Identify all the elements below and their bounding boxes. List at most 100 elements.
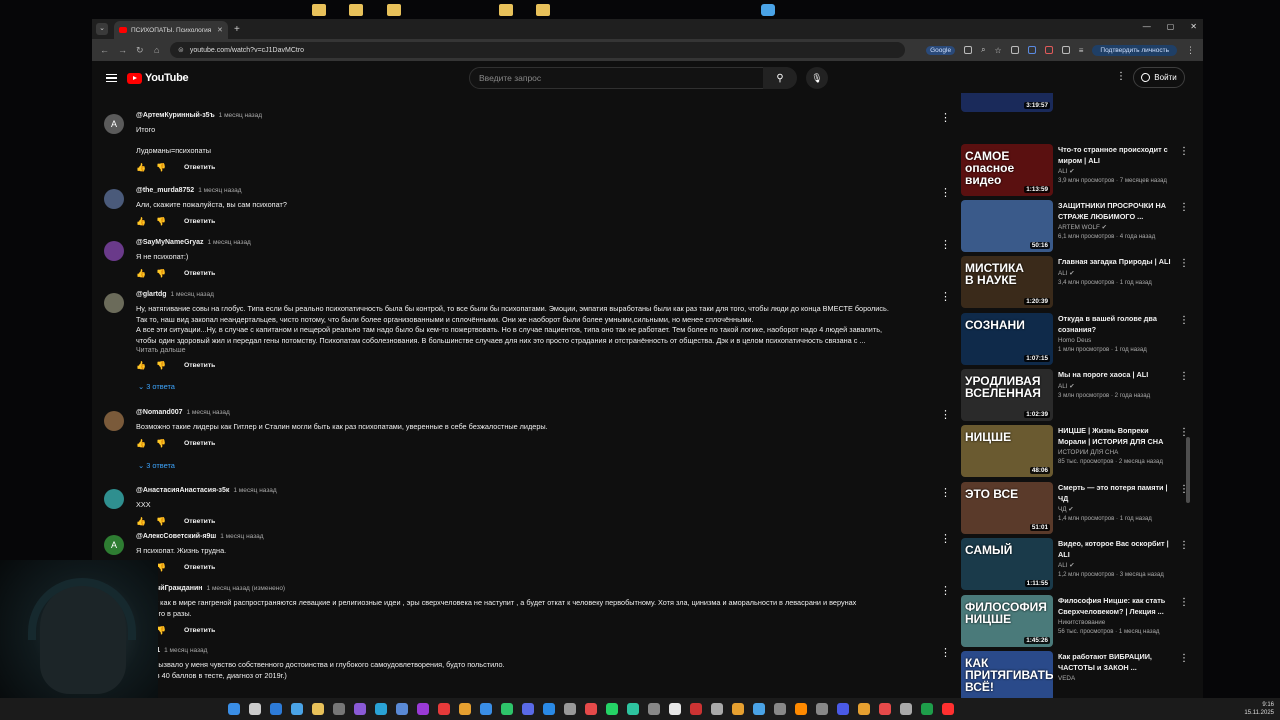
- back-icon[interactable]: ←: [100, 45, 110, 55]
- taskbar-app-icon[interactable]: [627, 703, 639, 715]
- folder-icon[interactable]: [536, 4, 550, 16]
- site-info-icon[interactable]: ⊜: [178, 46, 184, 54]
- taskbar-app-icon[interactable]: [774, 703, 786, 715]
- video-thumbnail[interactable]: 50:16: [961, 200, 1053, 252]
- related-video[interactable]: САМОЕ опасное видео 1:13:59 Что-то странно…: [961, 144, 1191, 198]
- related-video[interactable]: 50:16 ЗАЩИТНИКИ ПРОСРОЧКИ НА СТРАЖЕ ЛЮБИМ…: [961, 200, 1191, 254]
- taskbar-app-icon[interactable]: [942, 703, 954, 715]
- video-thumbnail[interactable]: ЭТО ВСЕ 51:01: [961, 482, 1053, 534]
- cast-icon[interactable]: [964, 46, 973, 54]
- comment-menu-icon[interactable]: ⋮: [940, 240, 951, 251]
- video-thumbnail[interactable]: УРОДЛИВАЯ ВСЕЛЕННАЯ 1:02:39: [961, 369, 1053, 421]
- taskbar-app-icon[interactable]: [375, 703, 387, 715]
- video-thumbnail[interactable]: САМОЕ опасное видео 1:13:59: [961, 144, 1053, 196]
- video-title[interactable]: ЗАЩИТНИКИ ПРОСРОЧКИ НА СТРАЖЕ ЛЮБИМОГО .…: [1058, 201, 1176, 222]
- bookmark-star-icon[interactable]: ☆: [995, 46, 1002, 55]
- taskbar-app-icon[interactable]: [417, 703, 429, 715]
- zoom-icon[interactable]: ⌕: [981, 45, 985, 55]
- channel-name[interactable]: ALI ✔: [1058, 383, 1176, 390]
- folder-icon[interactable]: [312, 4, 326, 16]
- comment-time[interactable]: 1 месяц назад: [220, 533, 263, 540]
- avatar[interactable]: [104, 411, 124, 431]
- reply-button[interactable]: Ответить: [184, 564, 215, 571]
- taskbar-app-icon[interactable]: [459, 703, 471, 715]
- video-menu-icon[interactable]: ⋮: [1179, 258, 1189, 269]
- tab-youtube[interactable]: ПСИХОПАТЫ. Психология уз... ✕: [114, 21, 228, 39]
- like-icon[interactable]: 👍: [136, 439, 146, 448]
- video-title[interactable]: Философия Ницше: как стать Сверхчеловеко…: [1058, 596, 1176, 617]
- taskbar-app-icon[interactable]: [438, 703, 450, 715]
- related-video[interactable]: УРОДЛИВАЯ ВСЕЛЕННАЯ 1:02:39 Мы на пороге х…: [961, 369, 1191, 423]
- taskbar-app-icon[interactable]: [480, 703, 492, 715]
- avatar[interactable]: A: [104, 535, 124, 555]
- clock[interactable]: 9:16 15.11.2025: [1244, 701, 1274, 717]
- video-menu-icon[interactable]: ⋮: [1179, 653, 1189, 664]
- comment-menu-icon[interactable]: ⋮: [940, 488, 951, 499]
- browser-menu-icon[interactable]: ⋮: [1186, 45, 1195, 56]
- channel-name[interactable]: Homo Deus: [1058, 337, 1176, 344]
- hamburger-menu-icon[interactable]: [106, 73, 117, 83]
- comment-author[interactable]: @SayMyNameGryaz: [136, 239, 204, 246]
- more-options-icon[interactable]: ⋮: [1116, 71, 1126, 82]
- video-menu-icon[interactable]: ⋮: [1179, 540, 1189, 551]
- video-title[interactable]: Мы на пороге хаоса | ALI: [1058, 370, 1176, 381]
- login-button[interactable]: Войти: [1133, 67, 1185, 88]
- like-icon[interactable]: 👍: [136, 361, 146, 370]
- taskbar-app-icon[interactable]: [690, 703, 702, 715]
- dislike-icon[interactable]: 👎: [156, 517, 166, 526]
- taskbar-app-icon[interactable]: [354, 703, 366, 715]
- comment-menu-icon[interactable]: ⋮: [940, 586, 951, 597]
- video-title[interactable]: Откуда в вашей голове два сознания?: [1058, 314, 1176, 335]
- comment-time[interactable]: 1 месяц назад: [164, 647, 207, 654]
- reply-button[interactable]: Ответить: [184, 440, 215, 447]
- video-title[interactable]: Видео, которое Вас оскорбит | ALI: [1058, 539, 1176, 560]
- avatar[interactable]: [104, 189, 124, 209]
- reply-button[interactable]: Ответить: [184, 164, 215, 171]
- extension-icon[interactable]: [1010, 46, 1019, 54]
- media-icon[interactable]: ≡: [1079, 46, 1084, 55]
- video-menu-icon[interactable]: ⋮: [1179, 315, 1189, 326]
- video-thumbnail[interactable]: МИСТИКА В НАУКЕ 1:20:39: [961, 256, 1053, 308]
- forward-icon[interactable]: →: [118, 45, 128, 55]
- channel-name[interactable]: ARTEM WOLF ✔: [1058, 224, 1176, 231]
- video-menu-icon[interactable]: ⋮: [1179, 484, 1189, 495]
- video-thumbnail[interactable]: ВСЕЛЕННОЙ3:19:57: [961, 93, 1053, 112]
- taskbar-app-icon[interactable]: [270, 703, 282, 715]
- video-thumbnail[interactable]: ФИЛОСОФИЯ НИЦШЕ 1:45:26: [961, 595, 1053, 647]
- avatar[interactable]: [104, 293, 124, 313]
- comment-time[interactable]: 1 месяц назад: [198, 187, 241, 194]
- folder-icon[interactable]: [499, 4, 513, 16]
- channel-name[interactable]: VEDA: [1058, 675, 1176, 682]
- video-title[interactable]: Смерть — это потеря памяти | ЧД: [1058, 483, 1176, 504]
- taskbar-app-icon[interactable]: [879, 703, 891, 715]
- taskbar-app-icon[interactable]: [249, 703, 261, 715]
- search-button[interactable]: ⚲: [763, 67, 797, 89]
- reload-icon[interactable]: ↻: [136, 45, 146, 56]
- avatar[interactable]: [104, 241, 124, 261]
- channel-name[interactable]: Никитствование: [1058, 619, 1176, 626]
- channel-name[interactable]: ALI ✔: [1058, 270, 1176, 277]
- channel-name[interactable]: ALI ✔: [1058, 168, 1176, 175]
- channel-name[interactable]: ALI ✔: [1058, 562, 1176, 569]
- related-video[interactable]: КАК ПРИТЯГИВАТЬ ВСЁ! Как работают ВИБРАЦИ…: [961, 651, 1191, 698]
- taskbar-app-icon[interactable]: [711, 703, 723, 715]
- video-thumbnail[interactable]: САМЫЙ 1:11:55: [961, 538, 1053, 590]
- app-icon[interactable]: [761, 4, 775, 16]
- comment-time[interactable]: 1 месяц назад: [171, 291, 214, 298]
- comment-author[interactable]: @АртемКуринный-з5ъ: [136, 112, 215, 119]
- read-more-link[interactable]: Читать дальше: [136, 347, 946, 354]
- comment-menu-icon[interactable]: ⋮: [940, 292, 951, 303]
- google-badge[interactable]: Google: [926, 45, 956, 55]
- taskbar-app-icon[interactable]: [816, 703, 828, 715]
- tab-search-button[interactable]: ⌄: [96, 23, 108, 35]
- comment-time[interactable]: 1 месяц назад: [219, 112, 262, 119]
- taskbar-app-icon[interactable]: [900, 703, 912, 715]
- related-video[interactable]: МИСТИКА В НАУКЕ 1:20:39 Главная загадка Пр…: [961, 256, 1191, 310]
- reply-button[interactable]: Ответить: [184, 518, 215, 525]
- comment-author[interactable]: @the_murda8752: [136, 187, 194, 194]
- comment-author[interactable]: @Nomand007: [136, 409, 183, 416]
- comment-menu-icon[interactable]: ⋮: [940, 648, 951, 659]
- video-thumbnail[interactable]: СОЗНАНИ 1:07:15: [961, 313, 1053, 365]
- replies-toggle[interactable]: ⌄ 3 ответа: [138, 382, 946, 391]
- comment-author[interactable]: @АлексСоветский-я9ш: [136, 533, 216, 540]
